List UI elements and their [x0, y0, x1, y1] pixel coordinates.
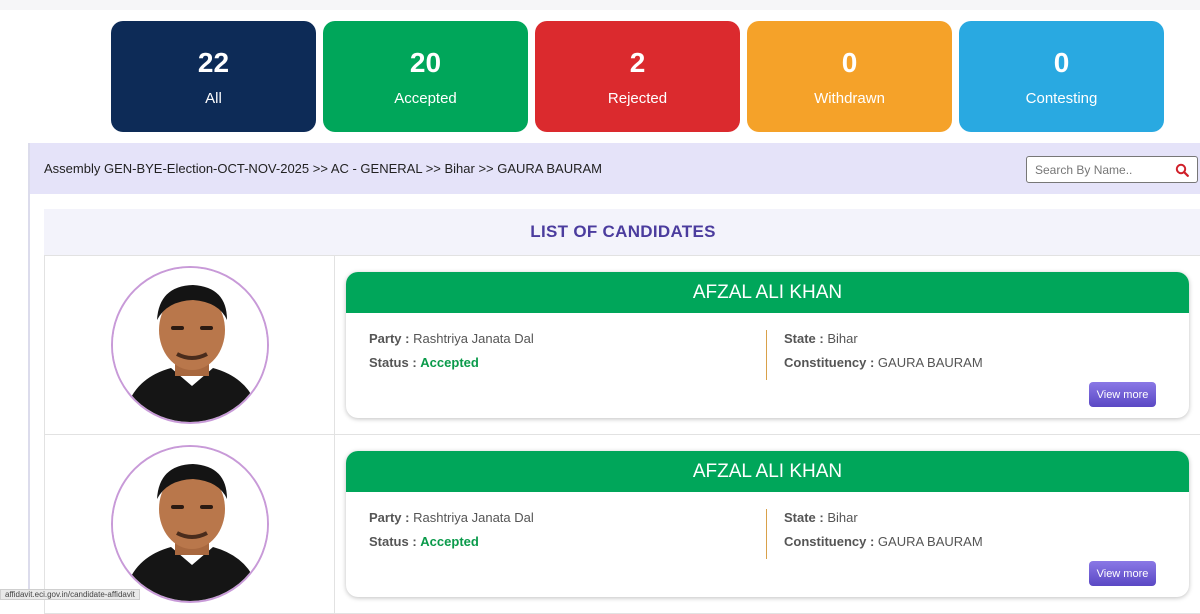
info-divider [766, 509, 767, 559]
stats-row: 22 All 20 Accepted 2 Rejected 0 Withdraw… [111, 21, 1164, 132]
party-label: Party : [369, 331, 409, 346]
stat-card-withdrawn[interactable]: 0 Withdrawn [747, 21, 952, 132]
stat-label: Withdrawn [814, 90, 885, 107]
view-more-button[interactable]: View more [1089, 382, 1156, 407]
search-box[interactable] [1026, 156, 1198, 183]
top-strip [0, 0, 1200, 10]
stat-label: Accepted [394, 90, 457, 107]
constituency-label: Constituency : [784, 534, 874, 549]
party-value: Rashtriya Janata Dal [413, 510, 534, 525]
status-value: Accepted [420, 534, 479, 549]
candidate-name: AFZAL ALI KHAN [346, 272, 1189, 313]
photo-cell [45, 256, 335, 434]
candidate-left-info: Party : Rashtriya Janata Dal Status : Ac… [369, 509, 534, 557]
candidate-row: AFZAL ALI KHAN Party : Rashtriya Janata … [44, 434, 1200, 614]
stat-label: All [205, 90, 222, 107]
status-label: Status : [369, 534, 417, 549]
candidate-right-info: State : Bihar Constituency : GAURA BAURA… [784, 509, 983, 557]
party-value: Rashtriya Janata Dal [413, 331, 534, 346]
status-bar-url: affidavit.eci.gov.in/candidate-affidavit [0, 589, 140, 600]
state-value: Bihar [827, 510, 857, 525]
state-label: State : [784, 510, 824, 525]
search-input[interactable] [1035, 163, 1167, 177]
stat-count: 20 [410, 47, 441, 79]
person-avatar-icon [113, 268, 269, 424]
candidate-name: AFZAL ALI KHAN [346, 451, 1189, 492]
view-more-button[interactable]: View more [1089, 561, 1156, 586]
info-divider [766, 330, 767, 380]
stat-card-accepted[interactable]: 20 Accepted [323, 21, 528, 132]
photo-cell [45, 435, 335, 613]
stat-card-rejected[interactable]: 2 Rejected [535, 21, 740, 132]
candidate-row: AFZAL ALI KHAN Party : Rashtriya Janata … [44, 255, 1200, 435]
breadcrumb: Assembly GEN-BYE-Election-OCT-NOV-2025 >… [44, 161, 602, 176]
candidate-card: AFZAL ALI KHAN Party : Rashtriya Janata … [346, 451, 1189, 597]
search-icon[interactable] [1175, 163, 1189, 177]
state-value: Bihar [827, 331, 857, 346]
candidate-right-info: State : Bihar Constituency : GAURA BAURA… [784, 330, 983, 378]
state-label: State : [784, 331, 824, 346]
party-label: Party : [369, 510, 409, 525]
candidate-photo[interactable] [111, 266, 269, 424]
stat-card-contesting[interactable]: 0 Contesting [959, 21, 1164, 132]
person-avatar-icon [113, 447, 269, 603]
candidate-left-info: Party : Rashtriya Janata Dal Status : Ac… [369, 330, 534, 378]
list-title: LIST OF CANDIDATES [44, 209, 1200, 255]
constituency-label: Constituency : [784, 355, 874, 370]
candidate-photo[interactable] [111, 445, 269, 603]
stat-count: 22 [198, 47, 229, 79]
constituency-value: GAURA BAURAM [878, 534, 983, 549]
status-label: Status : [369, 355, 417, 370]
stat-label: Rejected [608, 90, 667, 107]
stat-count: 0 [1054, 47, 1070, 79]
candidate-card: AFZAL ALI KHAN Party : Rashtriya Janata … [346, 272, 1189, 418]
status-value: Accepted [420, 355, 479, 370]
stat-card-all[interactable]: 22 All [111, 21, 316, 132]
breadcrumb-bar: Assembly GEN-BYE-Election-OCT-NOV-2025 >… [30, 143, 1200, 194]
stat-count: 0 [842, 47, 858, 79]
candidate-panel: Assembly GEN-BYE-Election-OCT-NOV-2025 >… [28, 143, 1200, 600]
stat-label: Contesting [1026, 90, 1098, 107]
stat-count: 2 [630, 47, 646, 79]
constituency-value: GAURA BAURAM [878, 355, 983, 370]
